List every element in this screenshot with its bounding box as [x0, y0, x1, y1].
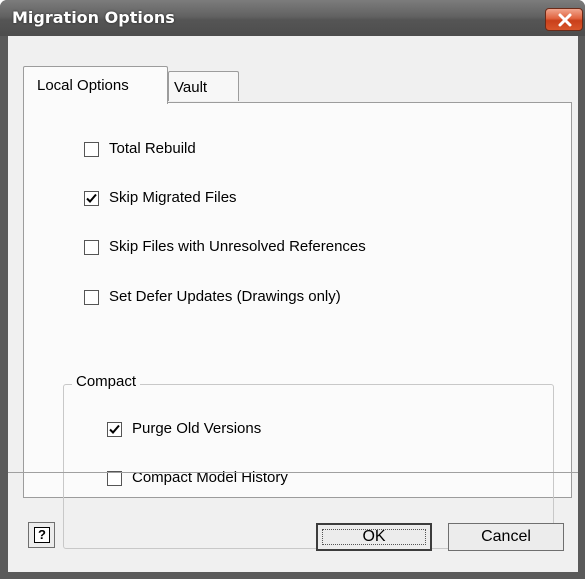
set-defer-updates-label[interactable]: Set Defer Updates (Drawings only)	[109, 288, 341, 305]
checkmark-icon	[109, 424, 120, 434]
skip-migrated-files-checkbox[interactable]	[84, 191, 99, 206]
total-rebuild-label[interactable]: Total Rebuild	[109, 140, 196, 157]
help-icon: ?	[34, 527, 50, 543]
footer-separator	[8, 472, 578, 473]
compact-model-history-checkbox[interactable]	[107, 471, 122, 486]
ok-button[interactable]: OK	[316, 523, 432, 551]
close-button[interactable]	[545, 8, 583, 31]
skip-unresolved-references-label[interactable]: Skip Files with Unresolved References	[109, 238, 366, 255]
close-icon	[558, 13, 572, 27]
help-button[interactable]: ?	[28, 522, 55, 548]
tab-local-options[interactable]: Local Options	[23, 66, 168, 104]
cancel-button[interactable]: Cancel	[448, 523, 564, 551]
tab-local-options-label: Local Options	[37, 77, 129, 94]
dialog-client-area: Local Options Vault Total Rebuild Skip M…	[8, 36, 578, 572]
skip-unresolved-references-checkbox[interactable]	[84, 240, 99, 255]
tab-vault[interactable]: Vault	[168, 71, 239, 101]
set-defer-updates-checkbox[interactable]	[84, 290, 99, 305]
local-options-panel: Total Rebuild Skip Migrated Files Skip F…	[23, 102, 572, 549]
checkmark-icon	[86, 193, 97, 203]
window-title: Migration Options	[12, 8, 175, 27]
purge-old-versions-checkbox[interactable]	[107, 422, 122, 437]
title-bar[interactable]: Migration Options	[0, 0, 585, 36]
skip-migrated-files-label[interactable]: Skip Migrated Files	[109, 189, 237, 206]
tab-vault-label: Vault	[174, 79, 208, 96]
compact-group-title: Compact	[72, 373, 141, 390]
total-rebuild-checkbox[interactable]	[84, 142, 99, 157]
focus-rectangle	[322, 529, 426, 545]
purge-old-versions-label[interactable]: Purge Old Versions	[132, 420, 261, 437]
cancel-button-label: Cancel	[481, 528, 531, 545]
